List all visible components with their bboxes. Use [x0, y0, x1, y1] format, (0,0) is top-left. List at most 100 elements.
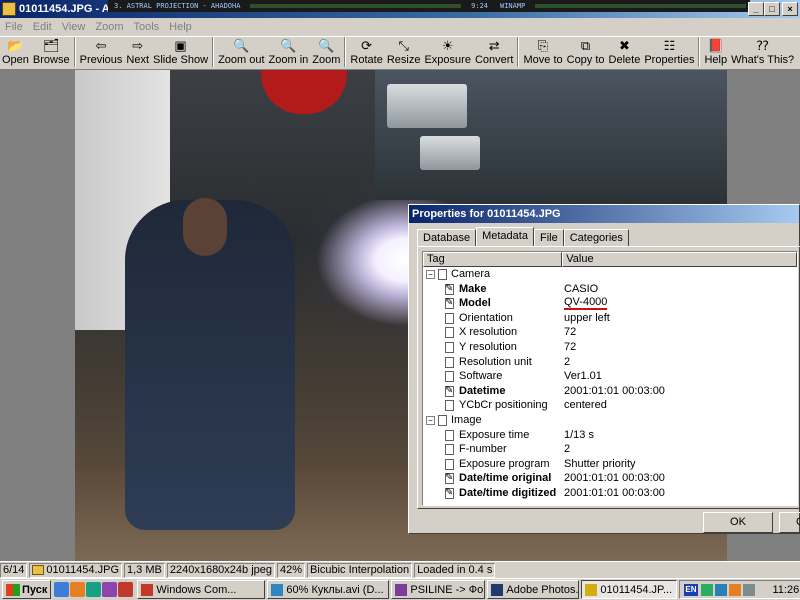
firefox-icon[interactable] — [70, 582, 86, 597]
metadata-row[interactable]: Date/time original 2001:01:01 00:03:00 — [423, 471, 797, 486]
tag-value: 2001:01:01 00:03:00 — [564, 472, 665, 485]
metadata-row[interactable]: Y resolution 72 — [423, 340, 797, 355]
acdsee-app-icon[interactable] — [2, 2, 16, 16]
collapse-icon[interactable]: − — [426, 270, 435, 279]
metadata-row[interactable]: Make CASIO — [423, 282, 797, 296]
rotate-icon: ⟳ — [361, 38, 373, 53]
tab-metadata[interactable]: Metadata — [476, 227, 534, 246]
tag-value: centered — [564, 399, 607, 412]
zoom-out-button[interactable]: 🔍 Zoom out — [216, 37, 266, 69]
metadata-row[interactable]: Datetime 2001:01:01 00:03:00 — [423, 384, 797, 398]
tag-name: Y resolution — [459, 340, 517, 353]
metadata-row[interactable]: Software Ver1.01 — [423, 369, 797, 384]
whats-this-icon: ⁇ — [756, 38, 769, 53]
maximize-button[interactable]: □ — [764, 2, 780, 16]
taskbar-task[interactable]: Windows Com... — [137, 580, 266, 599]
toolbar-label: Resize — [386, 54, 421, 66]
desktop-icon[interactable] — [54, 582, 70, 597]
properties-icon: ☷ — [663, 38, 676, 53]
metadata-list[interactable]: Tag Value −CameraMake CASIOModelQV-4000Or… — [422, 251, 798, 506]
browse-button[interactable]: 🗂 Browse — [31, 37, 72, 69]
editable-tag-icon — [445, 486, 454, 501]
language-indicator[interactable]: EN — [684, 583, 698, 596]
convert-button[interactable]: ⇄ Convert — [473, 37, 516, 69]
media-player-icon[interactable] — [102, 582, 118, 597]
slide-show-button[interactable]: ▣ Slide Show — [151, 37, 210, 69]
metadata-row[interactable]: Exposure program Shutter priority — [423, 457, 797, 472]
exposure-button[interactable]: ☀ Exposure — [422, 37, 472, 69]
toolbar-label: Properties — [644, 54, 695, 66]
winamp-volume[interactable] — [535, 4, 746, 8]
resize-button[interactable]: ⤡ Resize — [385, 37, 423, 69]
properties-button[interactable]: ☷ Properties — [642, 37, 696, 69]
menu-edit[interactable]: Edit — [28, 21, 57, 33]
tag-name: Resolution unit — [459, 355, 532, 368]
open-button[interactable]: 📂 Open — [0, 37, 31, 69]
ok-button[interactable]: OK — [703, 512, 773, 533]
tree-group-row[interactable]: − Camera — [423, 267, 797, 282]
taskbar-task[interactable]: 01011454.JP... — [581, 580, 678, 599]
metadata-rows: − Camera Make CASIO Model QV-4000 Orientation u… — [423, 267, 797, 501]
metadata-row[interactable]: Date/time digitized 2001:01:01 00:03:00 — [423, 486, 797, 501]
tag-value: CASIO — [564, 282, 599, 295]
toolbar: 📂 Open 🗂 Browse ⇦ Previous ⇨ Next ▣ Slide Show 🔍 Zo… — [0, 36, 800, 70]
tray-network-icon[interactable] — [700, 583, 713, 596]
metadata-row[interactable]: F-number 2 — [423, 442, 797, 457]
rotate-button[interactable]: ⟳ Rotate — [348, 37, 384, 69]
window-controls: _ □ × — [748, 2, 798, 16]
metadata-row[interactable]: Resolution unit 2 — [423, 355, 797, 370]
next-button[interactable]: ⇨ Next — [124, 37, 151, 69]
metadata-row[interactable]: X resolution 72 — [423, 325, 797, 340]
tray-monitor-icon[interactable] — [742, 583, 755, 596]
tab-database[interactable]: Database — [417, 229, 477, 246]
metadata-row[interactable]: Orientation upper left — [423, 311, 797, 326]
previous-button[interactable]: ⇦ Previous — [78, 37, 125, 69]
task-label: 60% Куклы.avi (D... — [286, 583, 384, 596]
taskbar-task[interactable]: 60% Куклы.avi (D... — [267, 580, 390, 599]
tag-value: 2 — [564, 443, 571, 456]
collapse-icon[interactable]: − — [426, 415, 435, 425]
close-button[interactable]: × — [782, 2, 798, 16]
menu-view[interactable]: View — [57, 21, 91, 33]
tag-name: Model — [459, 297, 491, 310]
winamp-strip[interactable]: 3. ASTRAL PROJECTION - AHADOHA 9:24 WINA… — [108, 0, 750, 12]
menu-zoom[interactable]: Zoom — [90, 21, 128, 33]
tag-name: Software — [459, 370, 503, 383]
cancel-button[interactable]: Cancel — [779, 512, 800, 533]
winamp-progress[interactable] — [250, 4, 462, 8]
taskbar-task[interactable]: PSILINE -> Фо... — [391, 580, 486, 599]
what-s-this-button[interactable]: ⁇ What's This? — [729, 37, 796, 69]
tag-name: Orientation — [459, 311, 513, 324]
menu-help[interactable]: Help — [164, 21, 197, 33]
move-to-button[interactable]: ⎘ Move to — [521, 37, 564, 69]
zoom-in-button[interactable]: 🔍 Zoom in — [267, 37, 311, 69]
toolbar-label: Previous — [79, 54, 123, 66]
column-value[interactable]: Value — [562, 252, 797, 267]
app-icon[interactable] — [118, 582, 134, 597]
tag-name: Make — [459, 282, 487, 295]
tree-group-row[interactable]: − Image — [423, 413, 797, 428]
start-button[interactable]: Пуск — [2, 580, 52, 599]
tab-file[interactable]: File — [533, 229, 564, 246]
metadata-row[interactable]: Exposure time 1/13 s — [423, 428, 797, 443]
task-app-icon — [395, 583, 408, 596]
menu-file[interactable]: File — [0, 21, 28, 33]
explorer-icon[interactable] — [86, 582, 102, 597]
delete-button[interactable]: ✖ Delete — [607, 37, 643, 69]
metadata-row[interactable]: Model QV-4000 — [423, 296, 797, 311]
metadata-panel: Tag Value −CameraMake CASIOModelQV-4000Or… — [417, 246, 800, 509]
menu-tools[interactable]: Tools — [128, 21, 164, 33]
help-button[interactable]: 📕 Help — [702, 37, 729, 69]
tray-volume-icon[interactable] — [714, 583, 727, 596]
copy-to-button[interactable]: ⧉ Copy to — [565, 37, 607, 69]
toolbar-label: Next — [126, 54, 150, 66]
zoom-button[interactable]: 🔍 Zoom — [310, 37, 342, 69]
tab-categories[interactable]: Categories — [563, 229, 629, 246]
tray-app-icon[interactable] — [728, 583, 741, 596]
toolbar-label: What's This? — [731, 54, 795, 66]
task-app-icon — [491, 583, 504, 596]
taskbar-task[interactable]: Adobe Photos... — [487, 580, 580, 599]
metadata-row[interactable]: YCbCr positioning centered — [423, 398, 797, 413]
column-tag[interactable]: Tag — [423, 252, 563, 267]
minimize-button[interactable]: _ — [748, 2, 764, 16]
